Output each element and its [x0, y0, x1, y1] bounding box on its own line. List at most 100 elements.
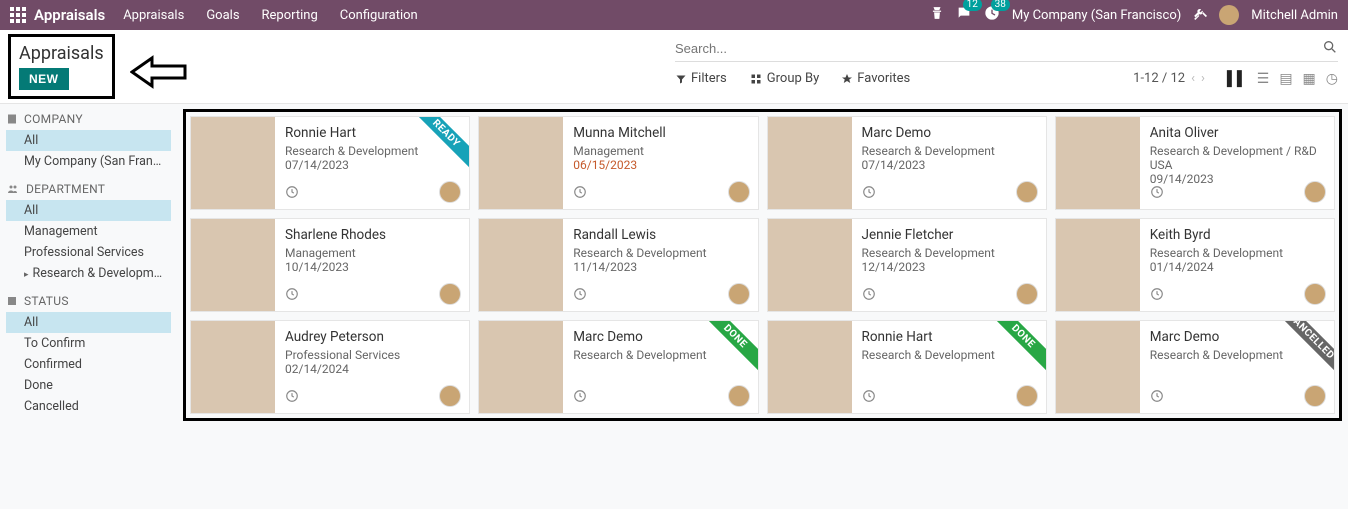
activity-icon[interactable] — [573, 185, 587, 203]
card-info: Audrey PetersonProfessional Services02/1… — [275, 321, 469, 413]
menu-appraisals[interactable]: Appraisals — [123, 8, 184, 23]
menu-goals[interactable]: Goals — [206, 8, 239, 23]
tools-icon[interactable] — [1193, 6, 1207, 24]
search-input[interactable] — [675, 41, 1322, 56]
manager-avatar[interactable] — [728, 181, 750, 203]
appraisal-card[interactable]: Marc DemoResearch & Development07/14/202… — [767, 116, 1047, 210]
activity-icon[interactable] — [1150, 389, 1164, 407]
sidebar-section-head: COMPANY — [6, 112, 171, 126]
appraisal-date: 06/15/2023 — [573, 158, 747, 172]
apps-icon[interactable] — [10, 7, 26, 23]
activity-icon[interactable] — [573, 287, 587, 305]
activity-icon[interactable] — [1150, 185, 1164, 203]
messaging-icon[interactable]: 12 — [956, 5, 972, 25]
employee-name: Audrey Peterson — [285, 329, 459, 345]
appraisal-card[interactable]: Keith ByrdResearch & Development01/14/20… — [1055, 218, 1335, 312]
appraisal-card[interactable]: Randall LewisResearch & Development11/14… — [478, 218, 758, 312]
view-kanban-icon[interactable]: ▌▌ — [1227, 70, 1247, 87]
phone-icon[interactable] — [930, 6, 944, 24]
favorites-button[interactable]: Favorites — [841, 71, 910, 86]
appraisal-card[interactable]: Munna MitchellManagement06/15/2023 — [478, 116, 758, 210]
company-switcher[interactable]: My Company (San Francisco) — [1012, 8, 1181, 23]
manager-avatar[interactable] — [728, 385, 750, 407]
activity-icon[interactable]: 38 — [984, 5, 1000, 25]
menu-configuration[interactable]: Configuration — [340, 8, 418, 23]
appraisal-card[interactable]: Audrey PetersonProfessional Services02/1… — [190, 320, 470, 414]
sidebar-item[interactable]: Done — [6, 375, 171, 396]
appraisal-card[interactable]: Anita OliverResearch & Development / R&D… — [1055, 116, 1335, 210]
sidebar-item[interactable]: Cancelled — [6, 396, 171, 417]
groupby-button[interactable]: Group By — [749, 71, 820, 86]
sidebar-item[interactable]: All — [6, 130, 171, 151]
manager-avatar[interactable] — [1304, 283, 1326, 305]
sidebar-item[interactable]: My Company (San Franc... — [6, 151, 171, 172]
activity-icon[interactable] — [285, 287, 299, 305]
manager-avatar[interactable] — [1304, 385, 1326, 407]
card-info: Ronnie HartResearch & Development07/14/2… — [275, 117, 469, 209]
manager-avatar[interactable] — [1304, 181, 1326, 203]
top-menu: Appraisals Goals Reporting Configuration — [123, 8, 418, 23]
activity-icon[interactable] — [573, 389, 587, 407]
manager-avatar[interactable] — [1016, 181, 1038, 203]
card-info: Jennie FletcherResearch & Development12/… — [852, 219, 1046, 311]
manager-avatar[interactable] — [1016, 283, 1038, 305]
employee-photo — [1056, 219, 1140, 312]
manager-avatar[interactable] — [1016, 385, 1038, 407]
employee-photo — [191, 117, 275, 210]
filters-button[interactable]: Filters — [675, 71, 727, 86]
sidebar-item[interactable]: Management — [6, 221, 171, 242]
pager-prev[interactable]: ‹ — [1191, 71, 1195, 86]
manager-avatar[interactable] — [728, 283, 750, 305]
manager-avatar[interactable] — [439, 385, 461, 407]
department-label: Research & Development — [573, 348, 747, 362]
activity-icon[interactable] — [862, 185, 876, 203]
new-button[interactable]: NEW — [19, 68, 69, 90]
user-avatar[interactable] — [1219, 5, 1239, 25]
search-icon[interactable] — [1322, 39, 1338, 59]
card-info: Ronnie HartResearch & DevelopmentDONE — [852, 321, 1046, 413]
employee-name: Munna Mitchell — [573, 125, 747, 141]
sidebar-item[interactable]: All — [6, 200, 171, 221]
view-gantt-icon[interactable]: ◷ — [1326, 71, 1338, 87]
employee-photo — [191, 219, 275, 312]
chat-badge: 12 — [963, 0, 982, 11]
activity-icon[interactable] — [1150, 287, 1164, 305]
department-label: Professional Services — [285, 348, 459, 362]
employee-photo — [479, 321, 563, 414]
app-brand[interactable]: Appraisals — [34, 6, 105, 24]
employee-photo — [1056, 117, 1140, 210]
sidebar-item[interactable]: Confirmed — [6, 354, 171, 375]
manager-avatar[interactable] — [439, 181, 461, 203]
card-info: Anita OliverResearch & Development / R&D… — [1140, 117, 1334, 209]
view-list-icon[interactable]: ☰ — [1257, 71, 1270, 87]
appraisal-card[interactable]: Ronnie HartResearch & DevelopmentDONE — [767, 320, 1047, 414]
department-label: Research & Development — [573, 246, 747, 260]
employee-photo — [768, 321, 852, 414]
view-calendar-icon[interactable]: ▦ — [1303, 71, 1316, 87]
appraisal-card[interactable]: Sharlene RhodesManagement10/14/2023 — [190, 218, 470, 312]
activity-icon[interactable] — [862, 287, 876, 305]
appraisal-card[interactable]: Marc DemoResearch & DevelopmentCANCELLED — [1055, 320, 1335, 414]
arrow-annotation — [130, 55, 190, 93]
activity-icon[interactable] — [285, 185, 299, 203]
sidebar-item[interactable]: Professional Services — [6, 242, 171, 263]
pager-next[interactable]: › — [1201, 71, 1205, 86]
card-info: Marc DemoResearch & DevelopmentDONE — [563, 321, 757, 413]
menu-reporting[interactable]: Reporting — [262, 8, 318, 23]
sidebar-item[interactable]: Research & Development — [6, 263, 171, 284]
view-activity-icon[interactable]: ▤ — [1279, 71, 1292, 87]
appraisal-card[interactable]: Ronnie HartResearch & Development07/14/2… — [190, 116, 470, 210]
activity-icon[interactable] — [285, 389, 299, 407]
appraisal-card[interactable]: Jennie FletcherResearch & Development12/… — [767, 218, 1047, 312]
page-title: Appraisals — [19, 43, 104, 64]
manager-avatar[interactable] — [439, 283, 461, 305]
activity-icon[interactable] — [862, 389, 876, 407]
top-nav: Appraisals Appraisals Goals Reporting Co… — [0, 0, 1348, 30]
employee-photo — [768, 219, 852, 312]
sidebar-item[interactable]: To Confirm — [6, 333, 171, 354]
sidebar-item[interactable]: All — [6, 312, 171, 333]
appraisal-card[interactable]: Marc DemoResearch & DevelopmentDONE — [478, 320, 758, 414]
employee-photo — [191, 321, 275, 414]
user-name[interactable]: Mitchell Admin — [1251, 8, 1338, 23]
search-bar[interactable] — [675, 36, 1338, 62]
